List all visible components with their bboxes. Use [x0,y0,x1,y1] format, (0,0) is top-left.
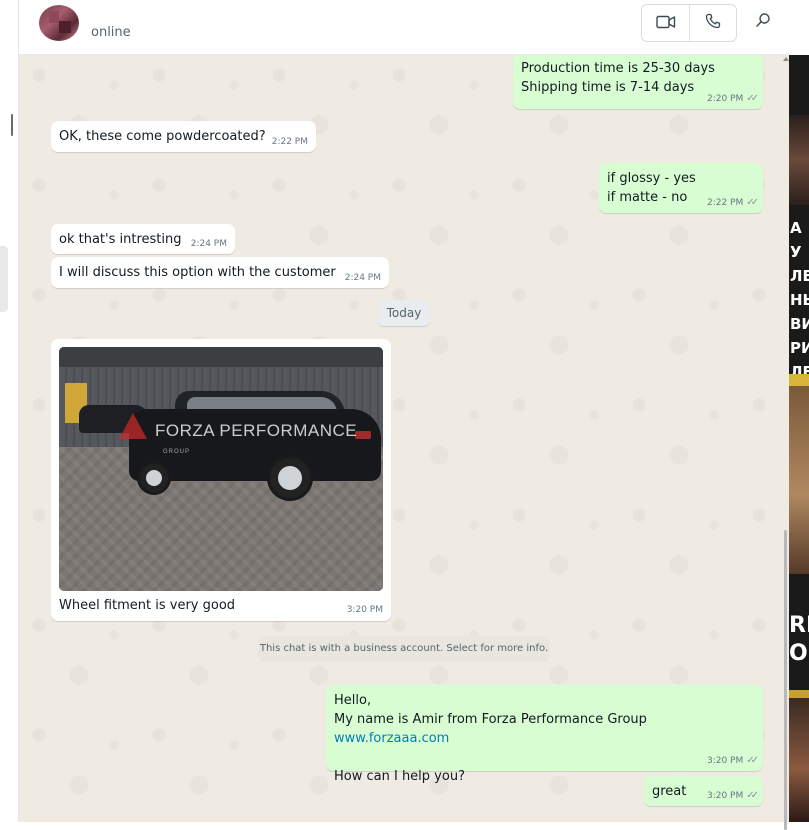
voice-call-button[interactable] [690,5,736,41]
message-time: 2:22 PM ✓✓ [706,197,759,209]
video-call-button[interactable] [642,5,689,41]
date-divider: Today [378,300,430,326]
video-camera-icon [655,14,676,33]
message-outgoing[interactable]: great 3:20 PM ✓✓ [644,776,763,806]
chat-header: online [19,0,789,55]
message-incoming[interactable]: ok that's intresting 2:24 PM [51,224,235,254]
phone-icon [705,13,721,33]
message-outgoing[interactable]: if glossy - yes if matte - no 2:22 PM ✓✓ [599,163,763,213]
message-time: 3:20 PM ✓✓ [706,755,759,767]
background-window: А У ЛЕ НЬ ВИ РИ ЛЕ RE OF [789,0,809,822]
read-receipt-icon: ✓✓ [746,755,759,766]
message-text: Production time is 25-30 days [521,61,715,76]
contact-status: online [91,25,131,40]
message-text: My name is Amir from Forza Performance G… [334,712,647,746]
message-incoming[interactable]: OK, these come powdercoated? 2:22 PM [51,121,316,152]
message-time: 3:20 PM ✓✓ [706,790,759,802]
read-receipt-icon: ✓✓ [746,790,759,801]
message-incoming[interactable]: I will discuss this option with the cust… [51,257,389,288]
message-outgoing[interactable]: Production time is 25-30 days Shipping t… [513,55,763,109]
read-receipt-icon: ✓✓ [746,93,759,104]
wheel [137,461,171,495]
message-text: OK, these come powdercoated? [59,129,266,144]
photo-watermark-sub: GROUP [163,449,191,455]
message-text: Hello, [334,693,372,708]
read-receipt-icon: ✓✓ [746,197,759,208]
photo-watermark: FORZA PERFORMANCE [155,421,358,440]
avatar[interactable] [39,5,79,41]
wheel [267,455,313,501]
search-icon [755,12,771,32]
scrollbar-thumb[interactable] [784,530,787,830]
search-button[interactable] [749,8,777,36]
business-account-notice[interactable]: This chat is with a business account. Se… [258,636,550,662]
image-caption: Wheel fitment is very good [59,598,236,613]
message-time: 2:24 PM [344,273,381,283]
watermark-logo-icon [119,413,147,439]
background-text: А У ЛЕ НЬ ВИ РИ ЛЕ [790,219,809,381]
message-incoming-image[interactable]: FORZA PERFORMANCE GROUP Wheel fitment is… [51,339,391,621]
resize-handle[interactable] [11,114,13,136]
window-left-edge [0,0,19,822]
message-time: 3:20 PM [346,605,383,615]
call-button-group [641,4,737,42]
car-photo[interactable]: FORZA PERFORMANCE GROUP [59,347,383,591]
message-time: 2:22 PM [271,137,308,147]
message-text: I will discuss this option with the cust… [59,265,336,280]
chat-area[interactable]: Production time is 25-30 days Shipping t… [19,55,789,822]
message-outgoing[interactable]: Hello, My name is Amir from Forza Perfor… [326,685,763,784]
message-text: if glossy - yes [607,171,696,186]
message-time: 2:24 PM [190,239,227,249]
message-time: 2:20 PM ✓✓ [706,93,759,105]
website-link[interactable]: www.forzaaa.com [334,731,449,746]
side-tab[interactable] [0,246,8,312]
background-text: RE OF [789,613,809,666]
